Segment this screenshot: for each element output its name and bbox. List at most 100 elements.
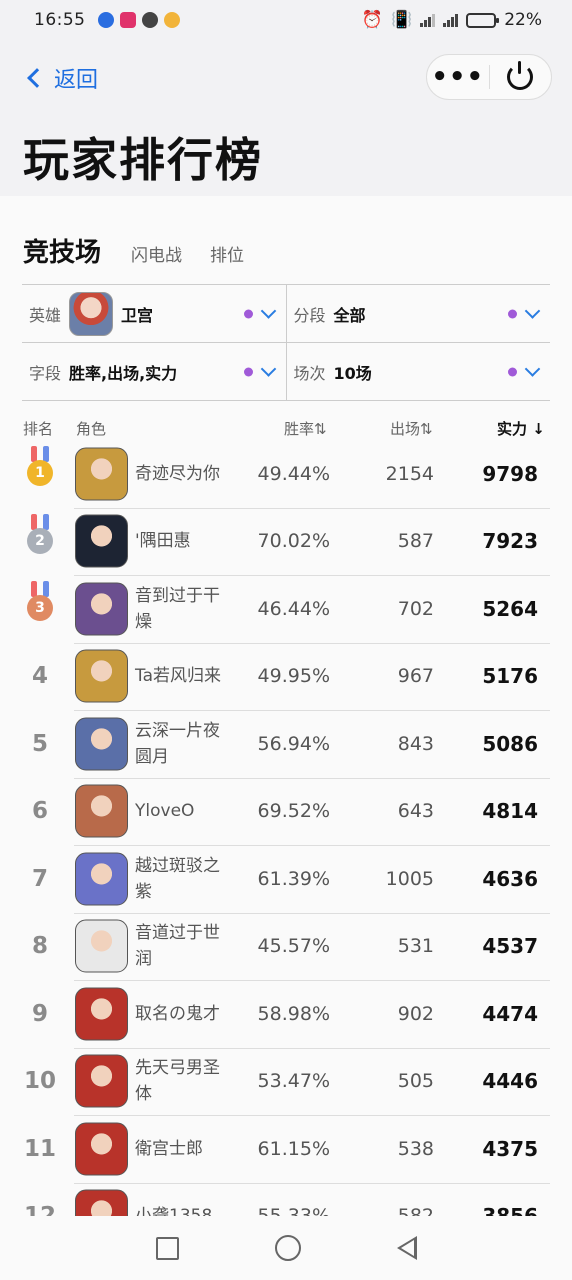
table-row[interactable]: 6 YloveO 69.52% 643 4814: [0, 777, 572, 846]
player-avatar[interactable]: [75, 1054, 128, 1108]
signal-5g-icon: [443, 13, 459, 27]
matches-filter[interactable]: 场次 10场: [285, 343, 551, 400]
table-row[interactable]: 10 先天弓男圣体 53.47% 505 4446: [0, 1047, 572, 1116]
win-rate-value: 45.57%: [257, 935, 330, 958]
system-back-button[interactable]: [396, 1236, 417, 1260]
matches-filter-label: 场次: [293, 363, 326, 383]
table-row[interactable]: 1 奇迹尽为你 49.44% 2154 9798: [0, 440, 572, 508]
power-value: 5264: [482, 596, 538, 621]
page-title: 玩家排行榜: [23, 133, 263, 187]
rank-medal-icon: 3: [24, 581, 56, 631]
win-rate-value: 56.94%: [257, 732, 330, 755]
signal-icon: [420, 13, 436, 27]
player-name[interactable]: YloveO: [135, 798, 231, 824]
player-avatar[interactable]: [75, 784, 128, 838]
medal-rank-number: 1: [27, 460, 53, 486]
rank-number: 12: [22, 1203, 58, 1216]
player-name[interactable]: 先天弓男圣体: [135, 1055, 231, 1107]
chevron-left-icon: [27, 68, 47, 88]
win-rate-value: 53.47%: [257, 1070, 330, 1093]
table-row[interactable]: 7 越过斑驳之紫 61.39% 1005 4636: [0, 845, 572, 913]
player-avatar[interactable]: [75, 919, 128, 973]
player-name[interactable]: 音到过于干燥: [135, 583, 231, 635]
games-value: 587: [397, 530, 434, 553]
games-value: 1005: [385, 867, 434, 890]
more-button[interactable]: •••: [427, 54, 489, 100]
back-label: 返回: [54, 68, 99, 93]
player-avatar[interactable]: [75, 514, 128, 568]
player-avatar[interactable]: [75, 717, 128, 771]
power-value: 4474: [482, 1001, 538, 1026]
app-notification-icon: [119, 12, 136, 28]
tab-arena[interactable]: 竞技场: [23, 232, 101, 269]
player-avatar[interactable]: [75, 447, 128, 501]
indicator-dot-icon: [243, 309, 253, 318]
table-row[interactable]: 12 小聋1358 55.33% 582 3856: [0, 1182, 572, 1216]
hero-filter-label: 英雄: [29, 305, 62, 325]
hero-filter[interactable]: 英雄 卫宫: [22, 285, 286, 342]
app-notification-icon: [97, 12, 114, 28]
recent-apps-button[interactable]: [155, 1236, 179, 1260]
status-bar: 16:55 ⏰ 📳 22%: [0, 0, 572, 40]
table-header: 排名 角色 胜率⇅ 出场⇅ 实力 ↓: [0, 414, 572, 440]
home-button[interactable]: [274, 1235, 301, 1261]
table-row[interactable]: 11 衛宫士郎 61.15% 538 4375: [0, 1115, 572, 1183]
games-value: 505: [397, 1070, 434, 1093]
player-avatar[interactable]: [75, 582, 128, 636]
player-avatar[interactable]: [75, 1189, 128, 1216]
close-button[interactable]: [489, 61, 551, 90]
rank-medal-icon: 1: [24, 446, 56, 496]
games-value: 702: [397, 597, 434, 620]
vibrate-icon: 📳: [391, 10, 413, 30]
player-name[interactable]: 云深一片夜圆月: [135, 718, 231, 770]
fields-filter-value: 胜率,出场,实力: [69, 363, 178, 383]
segment-filter[interactable]: 分段 全部: [285, 285, 551, 342]
win-rate-value: 61.15%: [257, 1137, 330, 1160]
status-time: 16:55: [34, 10, 86, 30]
table-row[interactable]: 5 云深一片夜圆月 56.94% 843 5086: [0, 710, 572, 778]
rank-number: 4: [31, 663, 48, 690]
table-row[interactable]: 3 音到过于干燥 46.44% 702 5264: [0, 575, 572, 643]
player-name[interactable]: 衛宫士郎: [135, 1136, 231, 1162]
back-button[interactable]: 返回: [26, 62, 98, 94]
player-name[interactable]: Ta若风归来: [135, 663, 231, 689]
player-name[interactable]: 音道过于世润: [135, 920, 231, 972]
player-name[interactable]: 小聋1358: [135, 1203, 231, 1216]
rank-medal-icon: 2: [24, 513, 56, 564]
tab-ranked[interactable]: 排位: [210, 241, 244, 266]
tab-blitz[interactable]: 闪电战: [131, 241, 182, 266]
table-row[interactable]: 4 Ta若风归来 49.95% 967 5176: [0, 642, 572, 711]
player-avatar[interactable]: [75, 649, 128, 703]
player-avatar[interactable]: [75, 1122, 128, 1176]
rank-number: 6: [31, 798, 48, 825]
fields-filter[interactable]: 字段 胜率,出场,实力: [22, 343, 286, 400]
win-rate-value: 49.95%: [257, 665, 330, 688]
table-row[interactable]: 9 取名の鬼才 58.98% 902 4474: [0, 980, 572, 1048]
win-rate-value: 61.39%: [257, 867, 330, 890]
indicator-dot-icon: [508, 309, 517, 318]
table-row[interactable]: 2 '隅田惠 70.02% 587 7923: [0, 507, 572, 576]
header-rank: 排名: [23, 420, 54, 438]
games-value: 967: [397, 665, 434, 688]
player-name[interactable]: 取名の鬼才: [135, 1001, 231, 1027]
player-name[interactable]: '隅田惠: [135, 528, 231, 554]
power-value: 3856: [470, 1204, 538, 1216]
player-name[interactable]: 越过斑驳之紫: [135, 853, 231, 905]
chevron-down-icon: [524, 360, 541, 377]
games-value: 2154: [385, 462, 434, 485]
games-value: 902: [397, 1002, 434, 1025]
header-games-sort[interactable]: 出场⇅: [390, 418, 433, 439]
player-avatar[interactable]: [75, 852, 128, 906]
power-value: 5086: [482, 731, 538, 756]
header-win-rate-sort[interactable]: 胜率⇅: [284, 418, 327, 439]
header-power-sort[interactable]: 实力 ↓: [497, 418, 545, 439]
hero-filter-value: 卫宫: [121, 305, 154, 325]
player-name[interactable]: 奇迹尽为你: [135, 461, 231, 487]
mini-program-capsule: •••: [426, 54, 552, 100]
hero-avatar: [69, 291, 114, 336]
table-row[interactable]: 8 音道过于世润 45.57% 531 4537: [0, 912, 572, 981]
power-value: 4814: [482, 799, 538, 824]
rank-number: 9: [31, 1000, 48, 1027]
chevron-down-icon: [260, 302, 276, 319]
player-avatar[interactable]: [75, 987, 128, 1041]
